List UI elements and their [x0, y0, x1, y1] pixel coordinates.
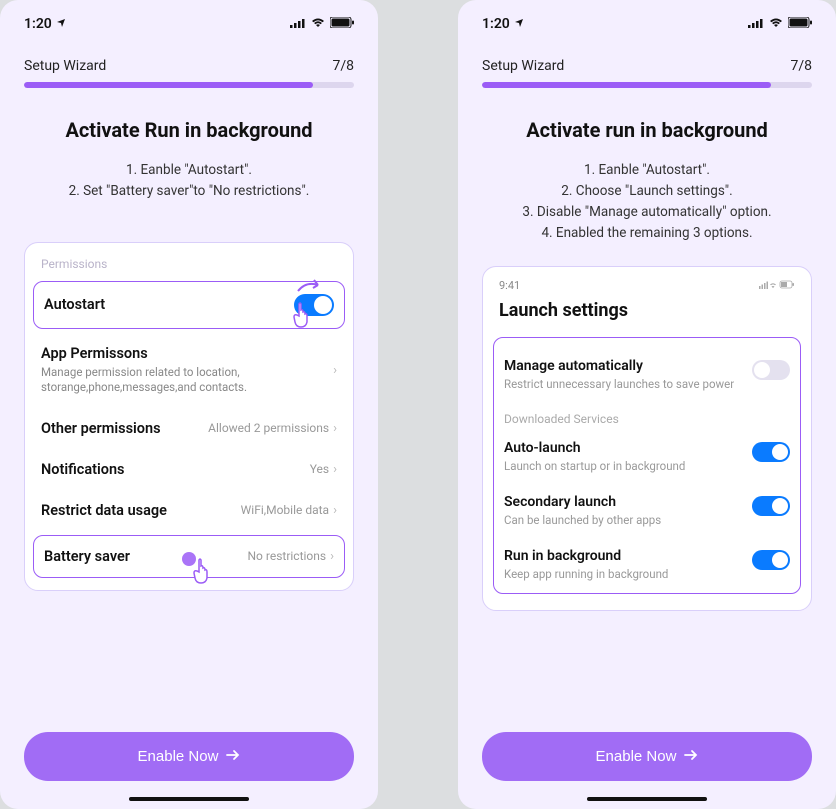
row-sublabel: Launch on startup or in background: [504, 459, 742, 474]
cta-label: Enable Now: [138, 748, 219, 765]
wizard-header: Setup Wizard 7/8: [0, 38, 378, 82]
home-indicator: [129, 797, 249, 801]
inner-page-title: Launch settings: [499, 300, 795, 321]
row-label: Auto-launch: [504, 440, 742, 456]
launch-settings-card: 9:41 Launch settings Manage automaticall…: [482, 266, 812, 612]
wizard-step: 7/8: [332, 58, 354, 74]
inner-status-bar: 9:41: [499, 279, 795, 292]
wizard-label: Setup Wizard: [24, 58, 106, 74]
wifi-icon: [769, 16, 783, 32]
signal-icon: [748, 16, 764, 32]
status-bar: 1:20: [458, 0, 836, 38]
chevron-right-icon: ›: [333, 363, 337, 378]
status-time: 1:20: [482, 16, 510, 32]
row-other-permissions[interactable]: Other permissions Allowed 2 permissions ›: [25, 408, 353, 449]
enable-now-button[interactable]: Enable Now: [24, 732, 354, 781]
row-run-in-background[interactable]: Run in background Keep app running in ba…: [504, 538, 790, 584]
chevron-right-icon: ›: [333, 462, 337, 477]
card-section-label: Permissions: [25, 257, 353, 277]
location-icon: [56, 18, 66, 31]
permissions-card: Permissions Autostart App Permissons Man…: [24, 242, 354, 591]
enable-now-button[interactable]: Enable Now: [482, 732, 812, 781]
row-label: Manage automatically: [504, 358, 742, 374]
phone-mockup-right: 1:20 Setup Wizard 7/8 Activate run in ba…: [458, 0, 836, 809]
row-label: Other permissions: [41, 420, 161, 437]
wizard-header: Setup Wizard 7/8: [458, 38, 836, 82]
run-background-toggle[interactable]: [752, 550, 790, 570]
status-bar: 1:20: [0, 0, 378, 38]
battery-icon: [788, 16, 812, 32]
row-label: App Permissons: [41, 345, 333, 362]
cta-label: Enable Now: [596, 748, 677, 765]
row-secondary-launch[interactable]: Secondary launch Can be launched by othe…: [504, 484, 790, 538]
battery-icon: [330, 16, 354, 32]
manage-auto-toggle[interactable]: [752, 360, 790, 380]
arrow-right-icon: [684, 748, 698, 765]
row-sublabel: Keep app running in background: [504, 567, 742, 582]
section-label: Downloaded Services: [504, 412, 790, 426]
arrow-right-icon: [226, 748, 240, 765]
row-sublabel: Can be launched by other apps: [504, 513, 742, 528]
row-autostart[interactable]: Autostart: [33, 281, 345, 329]
row-label: Battery saver: [44, 548, 130, 565]
row-manage-automatically[interactable]: Manage automatically Restrict unnecessar…: [504, 348, 790, 402]
row-auto-launch[interactable]: Auto-launch Launch on startup or in back…: [504, 430, 790, 484]
home-indicator: [587, 797, 707, 801]
row-sublabel: Restrict unnecessary launches to save po…: [504, 377, 742, 392]
chevron-right-icon: ›: [333, 421, 337, 436]
autostart-toggle[interactable]: [294, 294, 334, 316]
row-sublabel: Manage permission related to location, s…: [41, 365, 281, 396]
chevron-right-icon: ›: [330, 549, 334, 564]
row-value: No restrictions: [248, 549, 327, 563]
row-app-permissions[interactable]: App Permissons Manage permission related…: [25, 333, 353, 408]
row-label: Autostart: [44, 296, 105, 313]
auto-launch-toggle[interactable]: [752, 442, 790, 462]
row-battery-saver[interactable]: Battery saver No restrictions›: [33, 535, 345, 578]
wifi-icon: [311, 16, 325, 32]
row-value: Allowed 2 permissions: [208, 421, 329, 435]
secondary-launch-toggle[interactable]: [752, 496, 790, 516]
highlighted-settings-group: Manage automatically Restrict unnecessar…: [493, 337, 801, 595]
row-label: Notifications: [41, 461, 125, 478]
page-title: Activate Run in background: [24, 118, 354, 142]
inner-status-icons: [759, 279, 795, 292]
wizard-label: Setup Wizard: [482, 58, 564, 74]
page-title: Activate run in background: [482, 118, 812, 142]
row-label: Run in background: [504, 548, 742, 564]
inner-time: 9:41: [499, 279, 520, 292]
wizard-step: 7/8: [790, 58, 812, 74]
location-icon: [514, 18, 524, 31]
chevron-right-icon: ›: [333, 503, 337, 518]
status-time: 1:20: [24, 16, 52, 32]
instruction-steps: 1. Eanble "Autostart". 2. Choose "Launch…: [482, 160, 812, 244]
tap-dot-icon: [182, 552, 196, 566]
row-value: WiFi,Mobile data: [241, 503, 329, 517]
signal-icon: [290, 16, 306, 32]
row-restrict-data[interactable]: Restrict data usage WiFi,Mobile data ›: [25, 490, 353, 531]
row-value: Yes: [310, 462, 329, 476]
phone-mockup-left: 1:20 Setup Wizard 7/8 Activate Run in ba…: [0, 0, 378, 809]
instruction-steps: 1. Eanble "Autostart". 2. Set "Battery s…: [24, 160, 354, 202]
row-label: Secondary launch: [504, 494, 742, 510]
row-label: Restrict data usage: [41, 502, 167, 519]
row-notifications[interactable]: Notifications Yes ›: [25, 449, 353, 490]
